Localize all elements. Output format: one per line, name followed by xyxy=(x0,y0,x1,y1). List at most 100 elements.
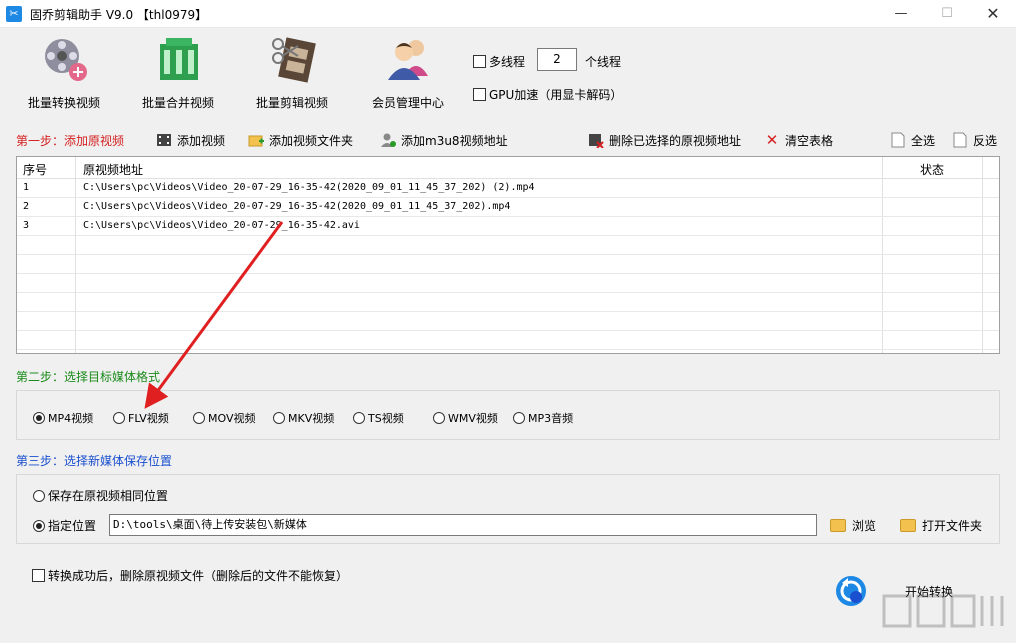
format-mp3-label: MP3音频 xyxy=(528,412,574,425)
step1-title: 第一步：添加原视频 xyxy=(16,134,125,148)
batch-convert-label: 批量转换视频 xyxy=(27,96,100,110)
browse-label: 浏览 xyxy=(852,518,877,533)
format-mp3-radio[interactable]: MP3音频 xyxy=(513,410,573,426)
format-ts-label: TS视频 xyxy=(368,412,404,425)
row-index: 2 xyxy=(23,201,30,212)
format-flv-label: FLV视频 xyxy=(128,412,169,425)
empty-row xyxy=(17,236,999,255)
empty-row xyxy=(17,312,999,331)
batch-cut-label: 批量剪辑视频 xyxy=(255,96,328,110)
gpu-checkbox[interactable]: GPU加速（用显卡解码） xyxy=(473,86,622,103)
format-flv-radio[interactable]: FLV视频 xyxy=(113,410,169,426)
radio-icon[interactable] xyxy=(273,412,285,424)
batch-convert-button[interactable]: 批量转换视频 xyxy=(14,34,114,112)
delete-selected-label: 删除已选择的原视频地址 xyxy=(609,133,742,148)
table-row[interactable]: 2 C:\Users\pc\Videos\Video_20-07-29_16-3… xyxy=(17,198,999,217)
delete-selected-button[interactable]: 删除已选择的原视频地址 xyxy=(588,130,741,150)
minimize-button[interactable]: — xyxy=(878,0,924,28)
batch-merge-button[interactable]: 批量合并视频 xyxy=(128,34,228,112)
folder-add-icon xyxy=(248,135,264,147)
step2-title: 第二步：选择目标媒体格式 xyxy=(16,370,161,384)
format-wmv-label: WMV视频 xyxy=(448,412,498,425)
format-mov-radio[interactable]: MOV视频 xyxy=(193,410,255,426)
add-m3u8-label: 添加m3u8视频地址 xyxy=(401,133,508,148)
row-path: C:\Users\pc\Videos\Video_20-07-29_16-35-… xyxy=(83,201,511,212)
empty-row xyxy=(17,293,999,312)
batch-merge-label: 批量合并视频 xyxy=(141,96,214,110)
open-folder-button[interactable]: 打开文件夹 xyxy=(900,514,982,536)
close-button[interactable]: ✕ xyxy=(970,0,1016,28)
empty-row xyxy=(17,274,999,293)
clear-table-button[interactable]: ✕ 清空表格 xyxy=(764,130,833,150)
invert-selection-button[interactable]: 反选 xyxy=(952,130,997,150)
user-link-icon xyxy=(381,133,396,147)
radio-icon[interactable] xyxy=(433,412,445,424)
open-folder-label: 打开文件夹 xyxy=(922,518,983,533)
radio-icon[interactable] xyxy=(353,412,365,424)
page-icon xyxy=(891,132,905,148)
title-bar: ✂ 固乔剪辑助手 V9.0 【thl0979】 — ☐ ✕ xyxy=(0,0,1016,28)
save-path-input[interactable]: D:\tools\桌面\待上传安装包\新媒体 xyxy=(109,514,817,536)
film-icon xyxy=(157,134,171,146)
add-folder-label: 添加视频文件夹 xyxy=(269,133,354,148)
radio-selected-icon[interactable] xyxy=(33,412,45,424)
app-icon: ✂ xyxy=(6,6,22,22)
empty-row xyxy=(17,255,999,274)
start-convert-icon[interactable] xyxy=(834,574,868,608)
radio-icon[interactable] xyxy=(113,412,125,424)
merge-film-icon xyxy=(160,38,198,80)
radio-icon[interactable] xyxy=(193,412,205,424)
specify-location-label: 指定位置 xyxy=(48,519,97,533)
delete-after-checkbox-box[interactable] xyxy=(32,569,45,582)
radio-selected-icon[interactable] xyxy=(33,519,45,532)
empty-row xyxy=(17,331,999,350)
video-table[interactable]: 序号 原视频地址 状态 1 C:\Users\pc\Videos\Video_2… xyxy=(16,156,1000,354)
member-center-label: 会员管理中心 xyxy=(371,96,444,110)
thread-unit-label: 个线程 xyxy=(585,55,622,69)
format-ts-radio[interactable]: TS视频 xyxy=(353,410,404,426)
format-mkv-radio[interactable]: MKV视频 xyxy=(273,410,334,426)
radio-icon[interactable] xyxy=(33,489,45,502)
format-mp4-radio[interactable]: MP4视频 xyxy=(33,410,93,426)
same-location-radio[interactable]: 保存在原视频相同位置 xyxy=(33,487,168,504)
select-all-button[interactable]: 全选 xyxy=(890,130,935,150)
header-status: 状态 xyxy=(920,163,945,177)
gpu-label: GPU加速（用显卡解码） xyxy=(489,88,623,102)
folder-search-icon xyxy=(830,518,846,532)
clear-table-label: 清空表格 xyxy=(785,133,834,148)
row-index: 1 xyxy=(23,182,30,193)
thread-count-input[interactable]: 2 xyxy=(537,48,577,71)
format-mov-label: MOV视频 xyxy=(208,412,256,425)
invert-selection-label: 反选 xyxy=(973,133,998,148)
batch-cut-button[interactable]: 批量剪辑视频 xyxy=(242,34,342,112)
delete-after-checkbox[interactable]: 转换成功后，删除原视频文件（删除后的文件不能恢复） xyxy=(32,567,348,584)
radio-icon[interactable] xyxy=(513,412,525,424)
add-folder-button[interactable]: 添加视频文件夹 xyxy=(248,130,353,150)
table-header: 序号 原视频地址 状态 xyxy=(17,157,999,179)
thread-unit: 个线程 xyxy=(585,53,621,70)
add-video-button[interactable]: 添加视频 xyxy=(156,130,225,150)
table-row[interactable]: 1 C:\Users\pc\Videos\Video_20-07-29_16-3… xyxy=(17,179,999,198)
multithread-label: 多线程 xyxy=(489,55,526,69)
format-wmv-radio[interactable]: WMV视频 xyxy=(433,410,498,426)
select-all-label: 全选 xyxy=(911,133,936,148)
window-title: 固乔剪辑助手 V9.0 【thl0979】 xyxy=(30,8,208,22)
folder-icon xyxy=(900,518,916,532)
table-row[interactable]: 3 C:\Users\pc\Videos\Video_20-07-29_16-3… xyxy=(17,217,999,236)
film-delete-icon xyxy=(589,134,604,148)
maximize-button[interactable]: ☐ xyxy=(924,0,970,28)
format-mp4-label: MP4视频 xyxy=(48,412,94,425)
member-center-button[interactable]: 会员管理中心 xyxy=(358,34,458,112)
format-group: MP4视频 FLV视频 MOV视频 MKV视频 TS视频 WMV视频 MP3音频 xyxy=(16,390,1000,440)
add-video-label: 添加视频 xyxy=(177,133,226,148)
multithread-checkbox[interactable]: 多线程 xyxy=(473,53,525,70)
film-reel-icon xyxy=(45,39,87,81)
header-path: 原视频地址 xyxy=(83,163,144,177)
add-m3u8-button[interactable]: 添加m3u8视频地址 xyxy=(380,130,508,150)
red-x-icon: ✕ xyxy=(765,131,779,149)
gpu-checkbox-box[interactable] xyxy=(473,88,486,101)
multithread-checkbox-box[interactable] xyxy=(473,55,486,68)
browse-button[interactable]: 浏览 xyxy=(830,514,876,536)
row-index: 3 xyxy=(23,220,30,231)
specify-location-radio[interactable]: 指定位置 xyxy=(33,517,96,534)
